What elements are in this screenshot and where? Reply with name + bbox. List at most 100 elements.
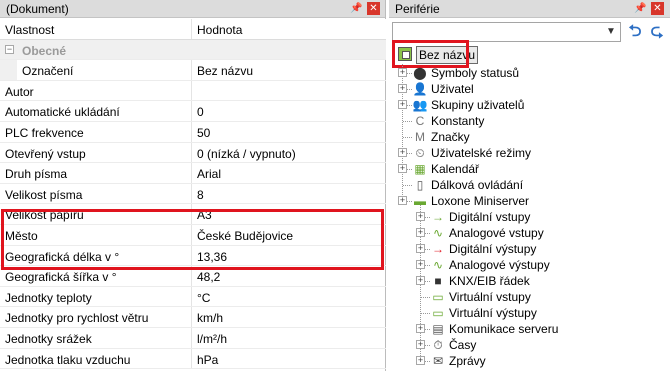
- property-row[interactable]: Velikost papíru A3: [0, 204, 386, 225]
- column-header-value[interactable]: Hodnota: [197, 23, 242, 37]
- property-name: Velikost papíru: [5, 208, 84, 223]
- property-name: Velikost písma: [5, 187, 83, 202]
- property-value[interactable]: 13,36: [197, 250, 227, 264]
- tree-item-label: Dálková ovládání: [431, 178, 524, 192]
- column-header-property[interactable]: Vlastnost: [5, 23, 54, 37]
- property-row[interactable]: Město České Budějovice: [0, 224, 386, 246]
- pin-icon[interactable]: 📌: [634, 2, 647, 15]
- tree-item-label: Časy: [449, 338, 477, 352]
- property-value[interactable]: l/m²/h: [197, 332, 227, 346]
- close-icon[interactable]: ✕: [651, 2, 664, 15]
- expand-icon[interactable]: +: [398, 164, 407, 173]
- chevron-down-icon[interactable]: ▼: [605, 26, 617, 38]
- property-row[interactable]: Otevřený vstup 0 (nízká / vypnuto): [0, 142, 386, 164]
- group-row-general[interactable]: − Obecné: [0, 39, 386, 61]
- virtual-outputs-icon: ▭: [432, 306, 444, 320]
- digital-outputs-icon: →: [432, 242, 444, 256]
- tree-item-label: Symboly statusů: [431, 66, 520, 80]
- property-name: Jednotky pro rychlost větru: [5, 311, 149, 326]
- property-row[interactable]: Druh písma Arial: [0, 163, 386, 184]
- expand-icon[interactable]: +: [416, 260, 425, 269]
- property-name: Město: [5, 228, 38, 243]
- expand-icon[interactable]: +: [416, 276, 425, 285]
- expand-icon[interactable]: +: [416, 228, 425, 237]
- tree-item-label: Konstanty: [431, 114, 485, 128]
- arrow-right-icon[interactable]: ⮎: [647, 23, 667, 41]
- times-icon: ⏱: [433, 338, 443, 352]
- user-icon: 👤: [412, 82, 428, 96]
- project-icon: [398, 47, 412, 61]
- property-name: Geografická šířka v °: [5, 270, 117, 285]
- properties-panel-header: (Dokument) 📌 ✕: [0, 0, 385, 18]
- tree-item-label: Značky: [431, 130, 470, 144]
- property-value[interactable]: 50: [197, 126, 210, 140]
- property-value[interactable]: 0 (nízká / vypnuto): [197, 147, 296, 161]
- property-row[interactable]: Jednotky pro rychlost větru km/h: [0, 307, 386, 328]
- periphery-panel-title: Periférie: [395, 2, 440, 16]
- search-combobox[interactable]: ▼: [392, 22, 621, 42]
- analog-outputs-icon: ∿: [432, 258, 444, 272]
- collapse-icon[interactable]: −: [5, 44, 14, 54]
- periphery-panel-header: Periférie 📌 ✕: [389, 0, 670, 18]
- pin-icon[interactable]: 📌: [350, 2, 363, 15]
- search-row: ▼ ⮌ ⮎: [389, 19, 670, 45]
- expand-icon[interactable]: +: [416, 356, 425, 365]
- tree-item-label: KNX/EIB řádek: [449, 274, 530, 288]
- property-value[interactable]: °C: [197, 291, 210, 305]
- constants-icon: C: [415, 114, 425, 128]
- property-row[interactable]: Jednotky srážek l/m²/h: [0, 327, 386, 349]
- property-value[interactable]: 48,2: [197, 270, 220, 284]
- server-communication-icon: ▤: [432, 322, 444, 336]
- virtual-inputs-icon: ▭: [432, 290, 444, 304]
- expand-icon[interactable]: +: [416, 244, 425, 253]
- tree-root-label: Bez názvu: [416, 46, 479, 64]
- properties-panel-title: (Dokument): [6, 2, 69, 16]
- property-value[interactable]: 8: [197, 188, 204, 202]
- property-row[interactable]: Geografická délka v ° 13,36: [0, 245, 386, 267]
- property-row[interactable]: Automatické ukládání 0: [0, 101, 386, 122]
- grid-header-row: Vlastnost Hodnota: [0, 19, 386, 40]
- property-value[interactable]: hPa: [197, 353, 218, 367]
- expand-icon[interactable]: +: [398, 148, 407, 157]
- property-name: Geografická délka v °: [5, 249, 120, 264]
- property-name: Jednotky teploty: [5, 290, 92, 305]
- property-name: PLC frekvence: [5, 125, 84, 140]
- property-row[interactable]: Jednotka tlaku vzduchu hPa: [0, 348, 386, 370]
- property-row[interactable]: Geografická šířka v ° 48,2: [0, 266, 386, 287]
- properties-panel: (Dokument) 📌 ✕ Vlastnost Hodnota − Obecn…: [0, 0, 386, 371]
- property-name: Označení: [22, 64, 74, 79]
- arrow-left-icon[interactable]: ⮌: [625, 23, 645, 41]
- property-value[interactable]: km/h: [197, 311, 223, 325]
- expand-icon[interactable]: +: [398, 84, 407, 93]
- property-row[interactable]: Jednotky teploty °C: [0, 286, 386, 308]
- analog-inputs-icon: ∿: [432, 226, 444, 240]
- property-row[interactable]: PLC frekvence 50: [0, 121, 386, 143]
- property-value[interactable]: A3: [197, 208, 212, 222]
- expand-icon[interactable]: +: [398, 100, 407, 109]
- expand-icon[interactable]: +: [416, 212, 425, 221]
- property-value[interactable]: Arial: [197, 167, 221, 181]
- tree-item-label: Zprávy: [449, 354, 486, 368]
- status-symbols-icon: ⬤: [413, 66, 427, 80]
- user-modes-icon: ⏲: [415, 146, 425, 160]
- property-name: Jednotky srážek: [5, 331, 92, 346]
- property-row[interactable]: Označení Bez názvu: [0, 60, 386, 81]
- property-row[interactable]: Autor: [0, 80, 386, 102]
- property-value[interactable]: 0: [197, 105, 204, 119]
- expand-icon[interactable]: +: [398, 68, 407, 77]
- calendar-icon: ▦: [414, 162, 426, 176]
- property-name: Autor: [5, 84, 34, 99]
- tree-item-label: Skupiny uživatelů: [431, 98, 525, 112]
- close-icon[interactable]: ✕: [367, 2, 380, 15]
- expand-icon[interactable]: +: [416, 324, 425, 333]
- tree-item-label: Digitální výstupy: [449, 242, 537, 256]
- periphery-panel: Periférie 📌 ✕ ▼ ⮌ ⮎ Bez názvu + ⬤ Symboly …: [389, 0, 670, 371]
- expand-icon[interactable]: +: [416, 340, 425, 349]
- property-row[interactable]: Velikost písma 8: [0, 183, 386, 205]
- tree-item-label: Digitální vstupy: [449, 210, 531, 224]
- tree-item-label: Loxone Miniserver: [431, 194, 530, 208]
- expand-icon[interactable]: +: [398, 196, 407, 205]
- user-groups-icon: 👥: [412, 98, 428, 112]
- property-value[interactable]: České Budějovice: [197, 229, 293, 243]
- property-value[interactable]: Bez názvu: [197, 64, 253, 78]
